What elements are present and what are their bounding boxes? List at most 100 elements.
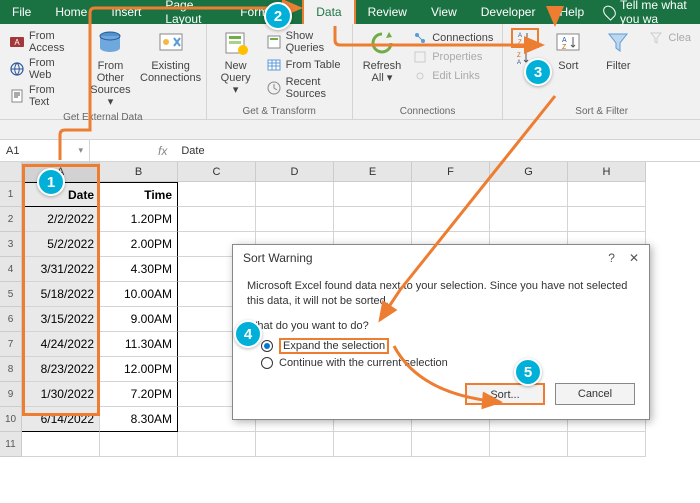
row-header[interactable]: 2 xyxy=(0,207,22,232)
svg-text:Z: Z xyxy=(562,44,567,51)
tab-review[interactable]: Review xyxy=(356,0,419,24)
group-label: Get External Data xyxy=(6,110,200,125)
cell[interactable] xyxy=(334,182,412,207)
formula-value[interactable]: Date xyxy=(175,145,210,157)
close-button[interactable]: ✕ xyxy=(629,251,639,265)
tell-me[interactable]: Tell me what you wa xyxy=(596,0,700,26)
cell[interactable]: 2.00PM xyxy=(100,232,178,257)
dialog-title: Sort Warning xyxy=(243,251,313,265)
svg-text:Z: Z xyxy=(517,53,521,59)
from-table-button[interactable]: From Table xyxy=(263,56,346,74)
cell[interactable]: 1/30/2022 xyxy=(22,382,100,407)
cell[interactable]: 9.00AM xyxy=(100,307,178,332)
col-header[interactable]: D xyxy=(256,162,334,182)
edit-links-button: Edit Links xyxy=(409,67,496,85)
cell[interactable] xyxy=(490,182,568,207)
recent-sources-button[interactable]: Recent Sources xyxy=(263,75,346,101)
row-header[interactable]: 1 xyxy=(0,182,22,207)
row-header[interactable]: 8 xyxy=(0,357,22,382)
row-header[interactable]: 3 xyxy=(0,232,22,257)
sort-icon: AZ xyxy=(553,28,583,58)
tab-developer[interactable]: Developer xyxy=(469,0,548,24)
from-other-sources-button[interactable]: From Other Sources ▾ xyxy=(83,26,137,110)
tab-file[interactable]: File xyxy=(0,0,43,24)
existing-icon xyxy=(156,28,186,58)
tab-pagelayout[interactable]: Page Layout xyxy=(153,0,228,24)
col-header[interactable]: F xyxy=(412,162,490,182)
row-header[interactable]: 7 xyxy=(0,332,22,357)
cell[interactable]: 7.20PM xyxy=(100,382,178,407)
cell[interactable] xyxy=(568,182,646,207)
cell[interactable]: 3/15/2022 xyxy=(22,307,100,332)
cell[interactable]: 4.30PM xyxy=(100,257,178,282)
row-header[interactable]: 10 xyxy=(0,407,22,432)
new-query-button[interactable]: New Query ▾ xyxy=(213,26,259,104)
cell[interactable] xyxy=(412,182,490,207)
links-icon xyxy=(412,68,428,84)
conn-icon xyxy=(412,30,428,46)
col-header[interactable]: B xyxy=(100,162,178,182)
cell[interactable]: 11.30AM xyxy=(100,332,178,357)
cell[interactable] xyxy=(256,182,334,207)
row-header[interactable]: 9 xyxy=(0,382,22,407)
connections-button[interactable]: Connections xyxy=(409,29,496,47)
recent-icon xyxy=(266,80,282,96)
queries-icon xyxy=(266,34,282,50)
sort-confirm-button[interactable]: Sort... xyxy=(465,383,545,405)
col-header[interactable]: C xyxy=(178,162,256,182)
cell[interactable]: Time xyxy=(100,182,178,207)
row-header[interactable]: 4 xyxy=(0,257,22,282)
tab-view[interactable]: View xyxy=(419,0,469,24)
from-text-button[interactable]: From Text xyxy=(6,83,79,109)
cell[interactable]: 2/2/2022 xyxy=(22,207,100,232)
from-access-button[interactable]: AFrom Access xyxy=(6,29,79,55)
cell[interactable]: 4/24/2022 xyxy=(22,332,100,357)
cell[interactable]: 8/23/2022 xyxy=(22,357,100,382)
filter-icon xyxy=(603,28,633,58)
tab-home[interactable]: Home xyxy=(43,0,99,24)
col-header[interactable]: H xyxy=(568,162,646,182)
sort-button[interactable]: AZSort xyxy=(545,26,591,104)
group-label: Connections xyxy=(359,104,497,119)
filter-button[interactable]: Filter xyxy=(595,26,641,104)
cell[interactable]: 5/18/2022 xyxy=(22,282,100,307)
row-header[interactable]: 6 xyxy=(0,307,22,332)
help-button[interactable]: ? xyxy=(608,251,615,265)
refresh-icon xyxy=(367,28,397,58)
cell[interactable]: 8.30AM xyxy=(100,407,178,432)
cell[interactable]: 12.00PM xyxy=(100,357,178,382)
tab-insert[interactable]: Insert xyxy=(99,0,153,24)
cancel-button[interactable]: Cancel xyxy=(555,383,635,405)
fx-icon[interactable]: fx xyxy=(150,144,175,158)
cell[interactable]: 3/31/2022 xyxy=(22,257,100,282)
step-4: 4 xyxy=(234,320,262,348)
cell[interactable]: 5/2/2022 xyxy=(22,232,100,257)
cell[interactable]: 6/14/2022 xyxy=(22,407,100,432)
name-box[interactable]: A1 xyxy=(0,140,90,161)
clear-filter-button: Clea xyxy=(645,29,694,47)
col-header[interactable]: E xyxy=(334,162,412,182)
step-1: 1 xyxy=(37,168,65,196)
sort-az-button[interactable]: AZ xyxy=(511,28,539,48)
refresh-all-button[interactable]: Refresh All ▾ xyxy=(359,26,406,104)
cell[interactable]: 10.00AM xyxy=(100,282,178,307)
radio-continue[interactable]: Continue with the current selection xyxy=(261,357,635,369)
cell[interactable] xyxy=(178,182,256,207)
cell[interactable]: 1.20PM xyxy=(100,207,178,232)
step-3: 3 xyxy=(524,58,552,86)
show-queries-button[interactable]: Show Queries xyxy=(263,29,346,55)
col-header[interactable]: G xyxy=(490,162,568,182)
tab-data[interactable]: Data xyxy=(302,0,355,24)
tab-help[interactable]: Help xyxy=(547,0,596,24)
step-2: 2 xyxy=(264,2,292,30)
from-web-button[interactable]: From Web xyxy=(6,56,79,82)
group-label: Sort & Filter xyxy=(509,104,694,119)
row-header[interactable]: 11 xyxy=(0,432,22,457)
table-icon xyxy=(266,57,282,73)
row-header[interactable]: 5 xyxy=(0,282,22,307)
formula-bar: A1 fx Date xyxy=(0,140,700,162)
select-all-corner[interactable] xyxy=(0,162,22,182)
svg-text:A: A xyxy=(562,37,567,44)
existing-connections-button[interactable]: Existing Connections xyxy=(142,26,200,110)
radio-expand[interactable]: Expand the selection xyxy=(261,338,635,354)
